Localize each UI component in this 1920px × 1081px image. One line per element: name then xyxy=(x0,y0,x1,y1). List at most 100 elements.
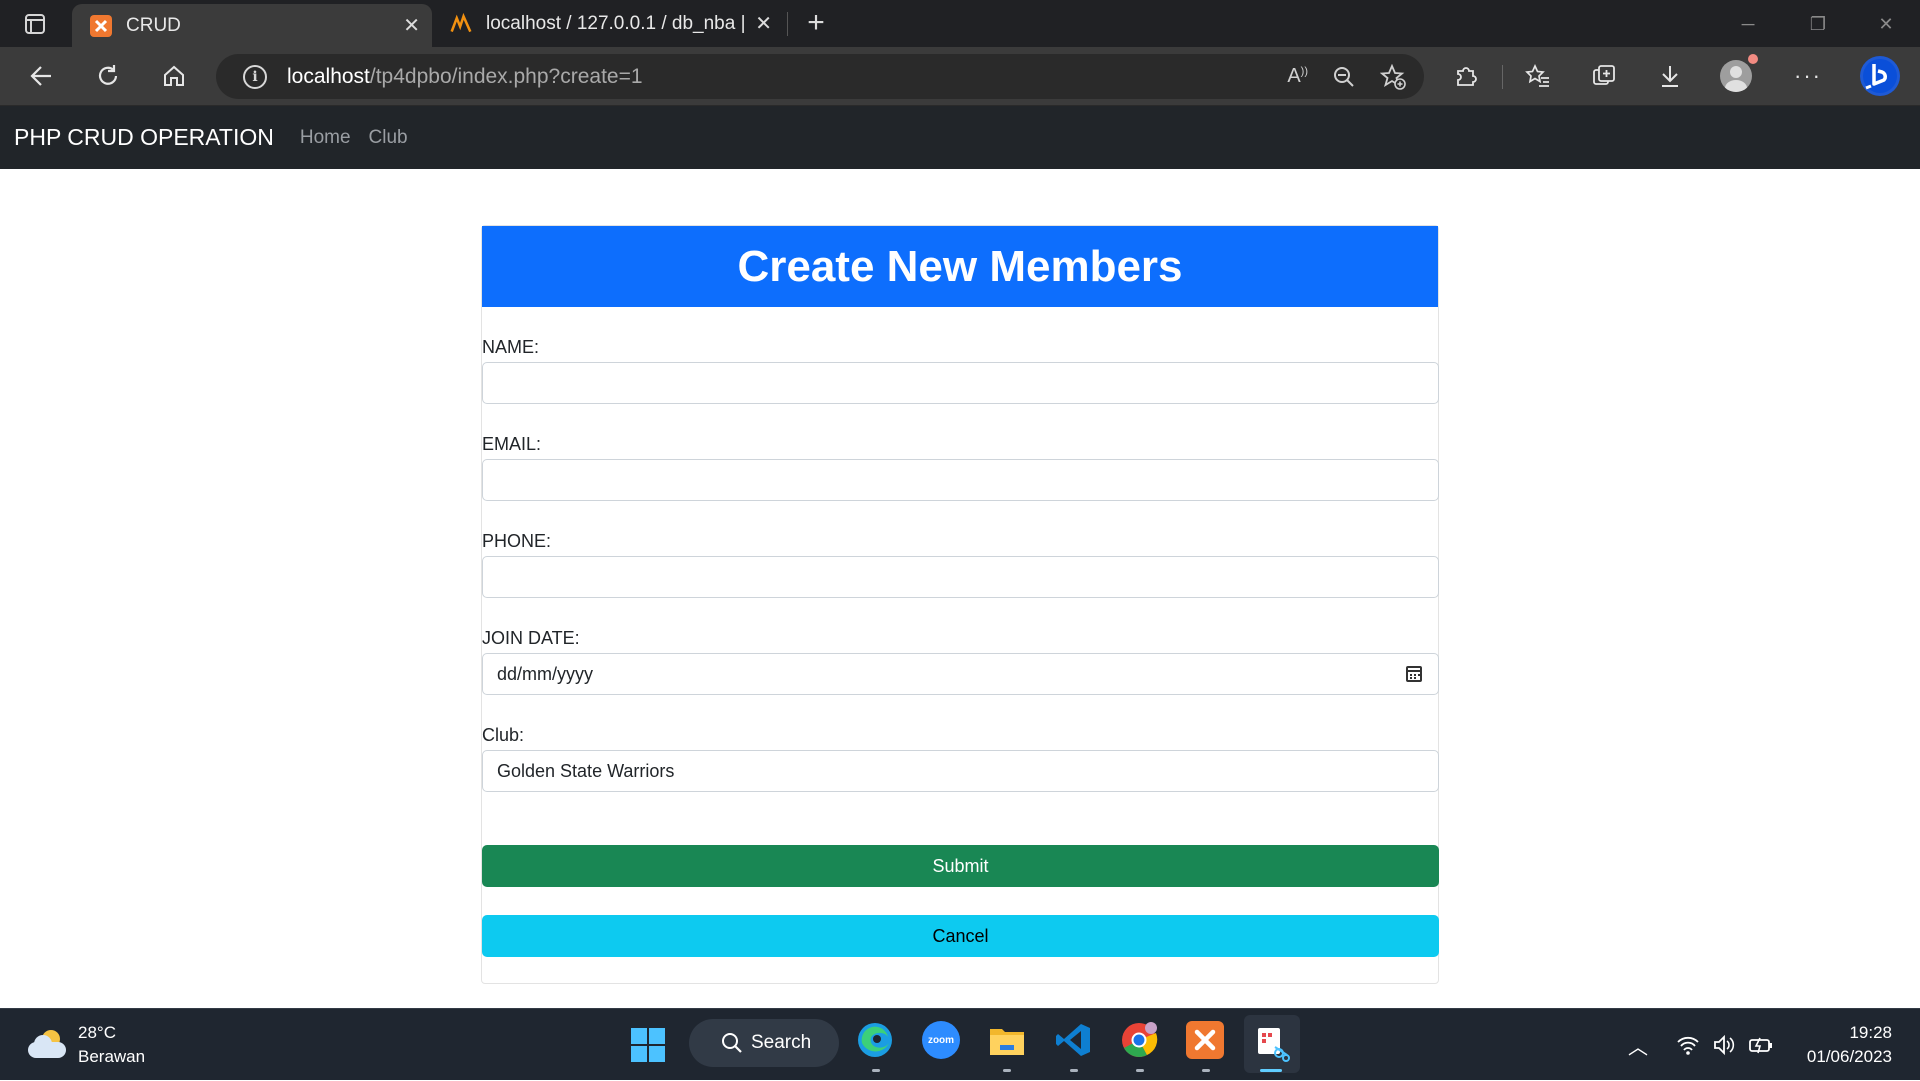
collections-icon xyxy=(1593,65,1615,85)
vscode-taskbar-button[interactable] xyxy=(1054,1021,1092,1059)
tab-divider xyxy=(787,12,788,36)
battery-charging-icon[interactable] xyxy=(1748,1034,1774,1056)
site-info-icon[interactable]: i xyxy=(243,64,267,89)
tab-phpmyadmin[interactable]: localhost / 127.0.0.1 / db_nba | p ✕ xyxy=(432,0,784,47)
home-icon xyxy=(164,65,184,86)
weather-widget[interactable]: 28°C Berawan xyxy=(28,1021,145,1069)
minimize-button[interactable]: ─ xyxy=(1718,8,1778,40)
tab-actions-icon xyxy=(25,14,45,34)
restore-icon: ❐ xyxy=(1809,13,1827,34)
avatar xyxy=(1720,60,1752,92)
extensions-button[interactable] xyxy=(1446,56,1486,96)
clock-date: 01/06/2023 xyxy=(1806,1047,1892,1066)
search-icon xyxy=(722,1033,742,1053)
xampp-favicon-icon xyxy=(90,14,112,37)
back-arrow-icon xyxy=(30,66,51,86)
close-tab-icon[interactable]: ✕ xyxy=(403,13,420,38)
join-date-label: JOIN DATE: xyxy=(482,628,580,648)
app-navbar: PHP CRUD OPERATION Home Club xyxy=(0,106,1920,169)
browser-tab-strip: CRUD ✕ localhost / 127.0.0.1 / db_nba | … xyxy=(0,0,1920,47)
name-label: NAME: xyxy=(482,337,540,357)
download-icon xyxy=(1662,66,1678,87)
calendar-icon[interactable] xyxy=(1406,666,1422,682)
chrome-icon xyxy=(1122,1022,1158,1057)
club-label: Club: xyxy=(482,725,525,745)
toolbar-divider xyxy=(1502,65,1503,89)
page-title: Create New Members xyxy=(737,241,1183,291)
zoom-taskbar-button[interactable]: zoom xyxy=(922,1021,960,1059)
taskbar-search[interactable]: Search xyxy=(689,1019,839,1067)
nav-link-club[interactable]: Club xyxy=(369,127,408,149)
collections-button[interactable] xyxy=(1584,56,1624,96)
read-aloud-icon[interactable]: A)) xyxy=(1287,65,1308,88)
name-input[interactable] xyxy=(482,362,1439,404)
running-indicator xyxy=(872,1069,880,1072)
favorites-list-icon xyxy=(1525,63,1549,87)
folder-icon xyxy=(990,1029,1024,1055)
club-select[interactable]: Golden State Warriors xyxy=(482,750,1439,792)
notification-dot xyxy=(1748,54,1758,64)
phpmyadmin-favicon-icon xyxy=(450,12,472,35)
show-hidden-icons-chevron-up-icon[interactable]: ︿ xyxy=(1628,1031,1648,1060)
email-label: EMAIL: xyxy=(482,434,542,454)
vscode-icon xyxy=(1056,1024,1090,1056)
favorites-button[interactable] xyxy=(1518,56,1558,96)
close-window-button[interactable]: ✕ xyxy=(1856,8,1916,40)
partly-cloudy-icon xyxy=(28,1030,66,1060)
close-tab-icon[interactable]: ✕ xyxy=(755,11,772,36)
volume-icon[interactable] xyxy=(1712,1034,1736,1056)
submit-button[interactable]: Submit xyxy=(482,845,1439,887)
minimize-icon: ─ xyxy=(1741,13,1755,34)
taskbar: 28°C Berawan Search zoom ︿ 19:28 01/06/2… xyxy=(0,1008,1920,1080)
xampp-taskbar-button[interactable] xyxy=(1186,1021,1224,1059)
nav-link-home[interactable]: Home xyxy=(300,127,351,149)
add-favorite-icon[interactable] xyxy=(1380,63,1406,90)
snipping-tool-taskbar-button[interactable] xyxy=(1244,1015,1300,1073)
puzzle-icon xyxy=(1457,67,1477,86)
bing-icon xyxy=(1860,56,1900,96)
running-indicator xyxy=(1202,1069,1210,1072)
active-indicator xyxy=(1260,1069,1282,1072)
tab-title: CRUD xyxy=(126,14,181,36)
tab-title: localhost / 127.0.0.1 / db_nba | p xyxy=(486,12,746,34)
card-header: Create New Members xyxy=(482,226,1438,307)
downloads-button[interactable] xyxy=(1650,56,1690,96)
reload-button[interactable] xyxy=(88,56,128,96)
phone-input[interactable] xyxy=(482,556,1439,598)
address-bar[interactable]: i localhost/tp4dpbo/index.php?create=1 A… xyxy=(216,54,1424,99)
url-path: /tp4dpbo/index.php?create=1 xyxy=(369,64,643,88)
email-input[interactable] xyxy=(482,459,1439,501)
start-button[interactable] xyxy=(630,1027,666,1063)
edge-taskbar-button[interactable] xyxy=(856,1021,894,1059)
weather-temp: 28°C xyxy=(78,1023,116,1042)
home-button[interactable] xyxy=(154,56,194,96)
running-indicator xyxy=(1136,1069,1144,1072)
more-icon: ··· xyxy=(1794,63,1822,88)
wifi-icon[interactable] xyxy=(1676,1034,1700,1056)
join-date-input[interactable]: dd/mm/yyyy xyxy=(482,653,1439,695)
weather-desc: Berawan xyxy=(78,1047,146,1066)
navbar-brand[interactable]: PHP CRUD OPERATION xyxy=(14,124,274,151)
cancel-button[interactable]: Cancel xyxy=(482,915,1439,957)
reload-icon xyxy=(98,65,118,85)
close-icon: ✕ xyxy=(1878,13,1894,34)
new-tab-button[interactable]: + xyxy=(800,6,832,40)
settings-more-button[interactable]: ··· xyxy=(1788,56,1828,96)
tab-actions-button[interactable] xyxy=(8,8,62,40)
phone-label: PHONE: xyxy=(482,531,552,551)
xampp-icon xyxy=(1194,1029,1216,1051)
chrome-taskbar-button[interactable] xyxy=(1120,1021,1158,1059)
edge-icon xyxy=(858,1023,892,1057)
clock-time: 19:28 xyxy=(1849,1023,1892,1042)
zoom-out-icon[interactable] xyxy=(1332,65,1356,89)
tab-crud[interactable]: CRUD ✕ xyxy=(72,4,432,47)
profile-button[interactable] xyxy=(1716,54,1758,96)
snipping-tool-icon xyxy=(1258,1028,1290,1062)
browser-toolbar: i localhost/tp4dpbo/index.php?create=1 A… xyxy=(0,47,1920,106)
back-button[interactable] xyxy=(22,56,62,96)
system-tray: ︿ xyxy=(1628,1009,1774,1081)
bing-chat-button[interactable] xyxy=(1858,54,1902,98)
restore-button[interactable]: ❐ xyxy=(1788,8,1848,40)
file-explorer-taskbar-button[interactable] xyxy=(988,1021,1026,1059)
taskbar-clock[interactable]: 19:28 01/06/2023 xyxy=(1807,1021,1892,1069)
